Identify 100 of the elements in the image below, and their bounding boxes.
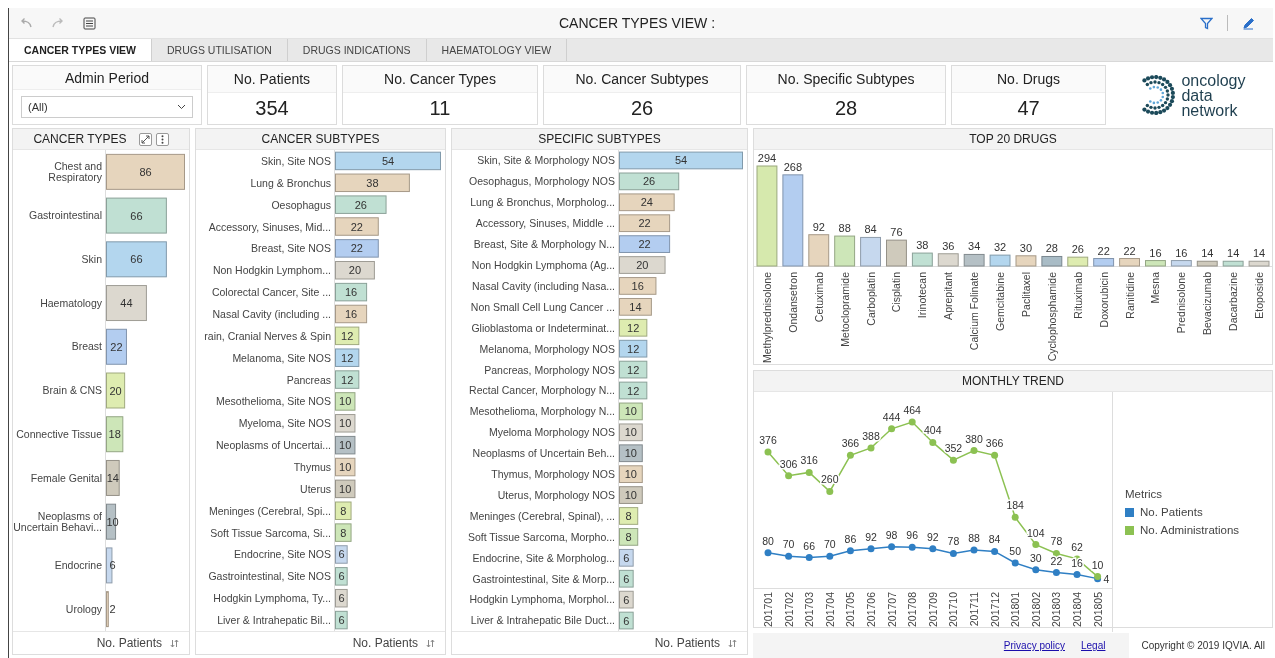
data-label: 376	[759, 433, 777, 446]
sort-icon[interactable]	[728, 638, 737, 648]
tab[interactable]: DRUGS UTILISATION	[152, 39, 288, 61]
data-label: 20	[348, 264, 362, 277]
data-label: 70	[782, 538, 795, 551]
list-icon[interactable]	[83, 16, 96, 30]
category-label: Breast	[71, 341, 102, 352]
category-label: Rectal Cancer, Morphology N...	[469, 384, 615, 397]
data-label: 8	[625, 510, 632, 522]
data-label: 86	[139, 165, 152, 178]
filter-icon[interactable]	[1200, 16, 1213, 30]
pencil-icon[interactable]	[1242, 16, 1255, 30]
data-label: 316	[800, 454, 818, 467]
panel-title: MONTHLY TREND	[962, 374, 1064, 388]
data-label: 4	[1103, 572, 1110, 585]
data-label: 10	[339, 482, 352, 495]
data-label: 26	[643, 175, 656, 188]
data-label: 10	[339, 461, 352, 473]
axis-tick-label: 201711	[968, 592, 980, 627]
data-label: 14	[1201, 247, 1214, 260]
data-label: 92	[926, 530, 939, 543]
sort-icon[interactable]	[426, 638, 435, 648]
data-label: 104	[1027, 526, 1045, 539]
axis-tick-label: 201708	[906, 592, 919, 628]
more-button[interactable]	[155, 132, 169, 146]
data-label: 404	[924, 424, 942, 437]
axis-label: No. Patients	[96, 636, 162, 650]
kpi-value: 26	[629, 96, 655, 121]
data-label: 6	[338, 548, 345, 561]
category-label: Connective Tissue	[16, 428, 102, 440]
expand-button[interactable]	[138, 132, 152, 146]
more-icon	[160, 134, 164, 144]
data-label: 30	[1029, 551, 1042, 564]
data-label: 6	[623, 593, 630, 606]
category-label: Mesothelioma, Morphology N...	[469, 405, 615, 418]
data-label: 16	[631, 279, 644, 292]
category-label: Glioblastoma or Indeterminat...	[471, 321, 615, 334]
data-label: 28	[1045, 242, 1058, 255]
category-label: Soft Tissue Sarcoma, Si...	[210, 526, 331, 539]
category-label: Uterus	[300, 482, 331, 495]
data-label: 8	[625, 530, 632, 543]
footer-link[interactable]: Privacy policy	[1003, 640, 1065, 651]
legend-label: No. Administrations	[1140, 524, 1240, 536]
kpi-value: 28	[833, 96, 859, 121]
data-label: 92	[812, 220, 825, 233]
category-label: Meninges (Cerebral, Spi...	[209, 504, 331, 517]
data-label: 464	[903, 404, 921, 416]
data-label: 20	[636, 259, 649, 271]
data-label: 36	[942, 239, 955, 252]
category-label: Myeloma, Site NOS	[238, 417, 331, 430]
panel-title: CANCER SUBTYPES	[261, 132, 380, 146]
axis-tick-label: 201703	[803, 592, 816, 628]
data-label: 78	[947, 535, 960, 548]
category-label: Etoposide	[1253, 272, 1266, 319]
logo-text: network	[1181, 102, 1239, 118]
kpi-value: 11	[428, 96, 452, 121]
category-label: Oesophagus, Morphology NOS	[469, 175, 615, 188]
undo-icon[interactable]	[19, 17, 33, 29]
data-label: 294	[757, 152, 777, 164]
data-label: 6	[338, 570, 345, 583]
category-label: Gastrointestinal, Site & Morp...	[472, 572, 615, 585]
chevron-icon	[177, 104, 186, 111]
category-label: Neoplasms of Uncertain Beh...	[472, 447, 615, 460]
data-label: 32	[993, 241, 1007, 254]
data-label: 66	[130, 209, 143, 222]
category-label: Ranitidine	[1123, 272, 1136, 319]
data-label: 14	[1227, 247, 1240, 260]
data-label: 22	[1097, 244, 1110, 257]
data-label: 66	[803, 539, 816, 552]
axis-tick-label: 201706	[865, 592, 877, 628]
category-label: Melanoma, Morphology NOS	[479, 342, 615, 355]
tab[interactable]: DRUGS INDICATIONS	[287, 39, 427, 61]
category-label: Female Genital	[30, 472, 102, 484]
category-label: Nasal Cavity (including Nasa...	[472, 279, 615, 292]
footer-link[interactable]: Legal	[1081, 640, 1106, 651]
category-label: Gemcitabine	[994, 272, 1007, 331]
data-label: 26	[354, 198, 367, 211]
period-dropdown[interactable]: (All)	[21, 96, 193, 118]
data-label: 24	[640, 196, 653, 209]
axis-tick-label: 201704	[823, 592, 836, 628]
filter-label: Admin Period	[13, 66, 201, 91]
data-label: 84	[988, 533, 1001, 546]
category-label: Neoplasms of Uncertai...	[216, 439, 331, 452]
data-label: 22	[110, 340, 123, 353]
category-label: Thymus, Morphology NOS	[491, 468, 615, 481]
sort-icon[interactable]	[170, 638, 179, 648]
logo-text: data	[1181, 87, 1213, 103]
category-label: Paclitaxel	[1019, 272, 1032, 317]
category-label: Doxorubicin	[1097, 272, 1110, 328]
data-label: 12	[341, 373, 354, 386]
data-label: 10	[339, 417, 352, 430]
category-label: Oesophagus	[271, 198, 331, 211]
data-label: 352	[944, 442, 963, 455]
category-label: Lung & Bronchus	[250, 176, 331, 189]
tab[interactable]: CANCER TYPES VIEW	[9, 39, 152, 61]
data-label: 14	[629, 300, 642, 313]
data-label: 88	[968, 532, 980, 545]
tab[interactable]: HAEMATOLOGY VIEW	[426, 39, 568, 61]
category-label: Cetuximab	[812, 272, 825, 323]
axis-tick-label: 201802	[1029, 592, 1042, 628]
